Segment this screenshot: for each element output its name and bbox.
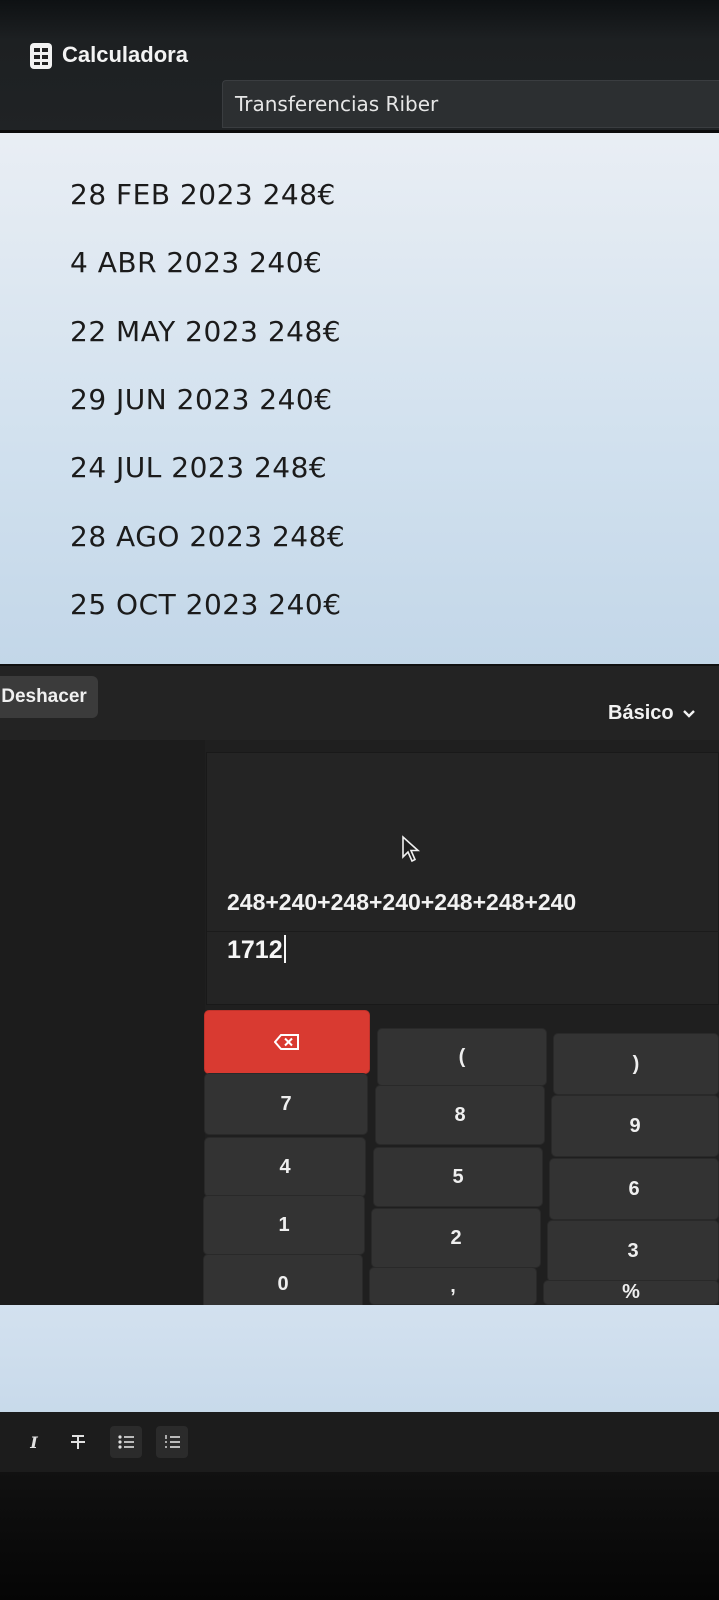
calculator-body: 248+240+248+240+248+248+240 1712 ( ) 7 8… [0, 740, 719, 1314]
mode-selector[interactable]: Básico [608, 702, 696, 725]
digit-1-button[interactable]: 1 [203, 1195, 365, 1255]
calculator-header: Deshacer Básico [0, 664, 719, 742]
note-line: 4 ABR 2023 240€ [70, 246, 323, 279]
bullet-list-icon[interactable] [110, 1426, 142, 1458]
note-panel-lower [0, 1305, 719, 1420]
digit-3-button[interactable]: 3 [547, 1220, 719, 1282]
note-line: 29 JUN 2023 240€ [70, 383, 333, 416]
text-caret [283, 935, 286, 963]
chevron-down-icon [682, 709, 695, 718]
digit-5-button[interactable]: 5 [373, 1147, 543, 1207]
percent-button[interactable]: % [543, 1280, 719, 1305]
note-panel: 28 FEB 2023 248€ 4 ABR 2023 240€ 22 MAY … [0, 133, 719, 678]
mode-label: Básico [608, 702, 674, 724]
history-sidebar [0, 740, 205, 1305]
decimal-button[interactable]: , [369, 1267, 537, 1305]
undo-button[interactable]: Deshacer [0, 676, 98, 718]
note-line: 24 JUL 2023 248€ [70, 451, 328, 484]
result-field[interactable]: 1712 [227, 935, 286, 965]
expression-text: 248+240+248+240+248+248+240 [227, 889, 577, 915]
close-paren-button[interactable]: ) [553, 1033, 719, 1095]
digit-7-button[interactable]: 7 [204, 1073, 368, 1135]
digit-8-button[interactable]: 8 [375, 1085, 545, 1145]
window-titlebar: Calculadora Transferencias Riber [0, 0, 719, 130]
note-line: 28 FEB 2023 248€ [70, 178, 336, 211]
numbered-list-icon[interactable] [156, 1426, 188, 1458]
note-line: 22 MAY 2023 248€ [70, 315, 342, 348]
backspace-icon [274, 1034, 299, 1050]
document-tab-label: Transferencias Riber [235, 92, 439, 116]
open-paren-button[interactable]: ( [377, 1028, 547, 1086]
strikethrough-icon[interactable] [62, 1426, 94, 1458]
formatting-toolbar: I [0, 1412, 719, 1472]
screen-bezel [0, 1472, 719, 1600]
digit-4-button[interactable]: 4 [204, 1137, 366, 1197]
digit-2-button[interactable]: 2 [371, 1208, 541, 1268]
document-tab[interactable]: Transferencias Riber [222, 80, 719, 128]
calculator-display[interactable]: 248+240+248+240+248+248+240 1712 [206, 752, 719, 1005]
note-line: 28 AGO 2023 248€ [70, 520, 346, 553]
app-title: Calculadora [62, 42, 188, 67]
note-line: 25 OCT 2023 240€ [70, 588, 342, 621]
digit-6-button[interactable]: 6 [549, 1158, 719, 1220]
mouse-pointer-icon [402, 835, 421, 863]
result-text: 1712 [227, 936, 283, 964]
backspace-button[interactable] [204, 1010, 370, 1074]
display-divider [207, 931, 719, 932]
italic-icon[interactable]: I [18, 1426, 50, 1458]
calculator-app-icon [30, 43, 52, 69]
digit-9-button[interactable]: 9 [551, 1095, 719, 1157]
